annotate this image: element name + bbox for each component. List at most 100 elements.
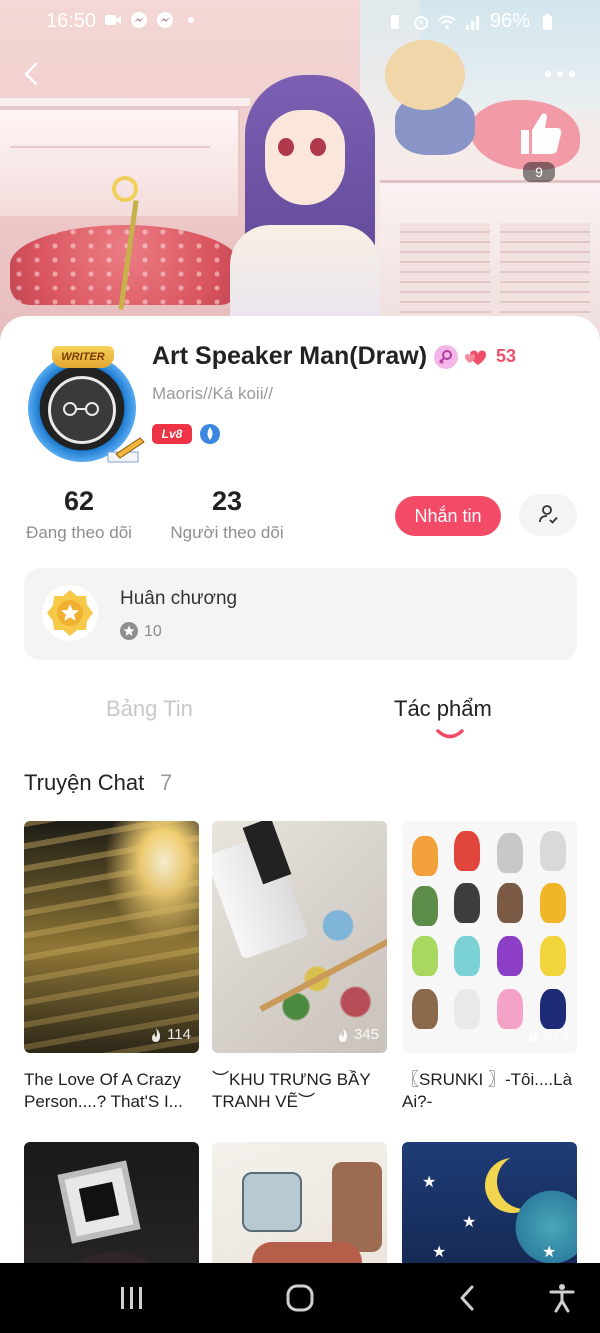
view-count: 275 xyxy=(543,1026,569,1043)
character-sprite xyxy=(412,886,438,926)
recent-apps-icon[interactable] xyxy=(112,1283,152,1313)
character-face xyxy=(265,110,345,205)
battery-icon xyxy=(543,13,552,30)
followers-count: 23 xyxy=(211,486,243,516)
user-handle: Maoris//Ká koii// xyxy=(152,384,273,403)
view-stat: 345 xyxy=(336,1026,379,1043)
character-sprite xyxy=(454,883,480,923)
star-shape: ★ xyxy=(462,1214,477,1231)
writer-tag: WRITER xyxy=(52,346,114,368)
work-card[interactable]: 275 〖SRUNKI 〗-Tôi....Là Ai?- xyxy=(402,821,577,1113)
like-count: 9 xyxy=(523,162,555,182)
character-sprite xyxy=(497,833,523,873)
following-count: 62 xyxy=(63,486,95,516)
sketch-figure xyxy=(332,1162,382,1252)
star-shape: ★ xyxy=(422,1174,437,1191)
female-gender-icon xyxy=(434,345,458,369)
character-sprite xyxy=(497,883,523,923)
view-count: 114 xyxy=(167,1026,191,1043)
system-icons: 96% xyxy=(386,10,556,33)
battery-saver-icon xyxy=(390,14,399,29)
work-title: 〖SRUNKI 〗-Tôi....Là Ai?- xyxy=(402,1070,573,1111)
teddy-bear-head xyxy=(385,40,465,110)
tv-screen xyxy=(78,1181,120,1223)
work-title: ︶KHU TRƯNG BẦY TRANH VẼ︶ xyxy=(212,1070,371,1111)
status-time: 16:50 xyxy=(46,10,97,32)
sketch-figure xyxy=(242,1172,302,1232)
medal-icon xyxy=(42,585,98,641)
message-button[interactable]: Nhắn tin xyxy=(395,496,501,536)
following-label: Đang theo dõi xyxy=(26,523,132,542)
video-icon xyxy=(105,15,121,25)
username: Art Speaker Man(Draw) xyxy=(152,342,428,370)
dot-icon xyxy=(188,17,194,23)
user-check-icon xyxy=(539,504,558,524)
section-title: Truyện Chat xyxy=(24,770,145,795)
character-sprite xyxy=(454,936,480,976)
character-sprite xyxy=(412,836,438,876)
profile-banner xyxy=(0,0,600,345)
medals-title: Huân chương xyxy=(120,588,238,609)
tab-feed[interactable]: Bảng Tin xyxy=(106,696,193,722)
character-sprite xyxy=(540,989,566,1029)
star-icon xyxy=(120,622,138,640)
character-sprite xyxy=(540,883,566,923)
home-icon[interactable] xyxy=(280,1283,320,1313)
work-thumbnail: 114 xyxy=(24,821,199,1053)
character-sprite xyxy=(497,936,523,976)
following-stat[interactable]: 62 Đang theo dõi xyxy=(22,486,136,543)
view-stat: 275 xyxy=(526,1026,569,1043)
hearts-icon xyxy=(465,350,486,365)
banner-dresser xyxy=(0,108,240,218)
work-card[interactable]: 114 The Love Of A Crazy Person....? That… xyxy=(24,821,199,1113)
notification-icons xyxy=(104,11,200,29)
signal-icon xyxy=(465,15,479,30)
character-eye-left xyxy=(278,138,294,156)
work-thumbnail: 275 xyxy=(402,821,577,1053)
work-card[interactable]: 345 ︶KHU TRƯNG BẦY TRANH VẼ︶ xyxy=(212,821,387,1113)
tab-works[interactable]: Tác phẩm xyxy=(394,696,492,722)
back-arrow-icon[interactable] xyxy=(18,58,46,90)
flame-icon xyxy=(338,1027,348,1042)
level-badge[interactable]: Lv8 xyxy=(152,424,192,444)
water-drop-badge-icon[interactable] xyxy=(199,423,221,445)
avatar-glasses xyxy=(63,402,99,416)
followers-label: Người theo dõi xyxy=(170,523,284,542)
status-bar: 16:50 96% xyxy=(0,0,600,42)
view-count: 345 xyxy=(353,1026,379,1043)
work-title: The Love Of A Crazy Person....? That'S I… xyxy=(24,1070,183,1111)
alarm-icon xyxy=(413,15,428,30)
flame-icon xyxy=(528,1027,538,1042)
character-sprite xyxy=(497,989,523,1029)
character-sprite xyxy=(454,989,480,1029)
character-sprite xyxy=(412,989,438,1029)
work-thumbnail: 345 xyxy=(212,821,387,1053)
flame-icon xyxy=(152,1027,161,1042)
accessibility-icon[interactable] xyxy=(542,1283,582,1313)
wifi-icon xyxy=(438,15,456,29)
profile-card: WRITER Art Speaker Man(Draw) 53 Maoris//… xyxy=(0,316,600,1333)
more-options-icon[interactable] xyxy=(540,62,580,86)
messenger-icon xyxy=(157,12,173,28)
wand-star xyxy=(112,176,138,202)
character-sprite xyxy=(540,831,566,871)
medals-card[interactable]: Huân chương 10 xyxy=(24,568,577,660)
like-button[interactable]: 9 xyxy=(515,108,565,184)
thumbs-up-icon xyxy=(521,113,562,154)
back-nav-icon[interactable] xyxy=(448,1283,488,1313)
banner-shelf xyxy=(0,98,250,108)
star-shape: ★ xyxy=(432,1244,447,1261)
avatar[interactable]: WRITER xyxy=(24,346,145,464)
view-stat: 114 xyxy=(149,1026,191,1043)
drawer-line xyxy=(10,146,210,148)
followers-stat[interactable]: 23 Người theo dõi xyxy=(166,486,288,543)
pencil-icon xyxy=(107,437,145,463)
character-sprite xyxy=(540,936,566,976)
messenger-icon xyxy=(131,12,147,28)
medals-count: 10 xyxy=(144,623,162,640)
character-sprite xyxy=(454,831,480,871)
section-count: 7 xyxy=(160,770,173,795)
hearts-count: 53 xyxy=(496,346,517,366)
follow-status-button[interactable] xyxy=(519,494,577,536)
battery-percent: 96% xyxy=(489,10,530,32)
